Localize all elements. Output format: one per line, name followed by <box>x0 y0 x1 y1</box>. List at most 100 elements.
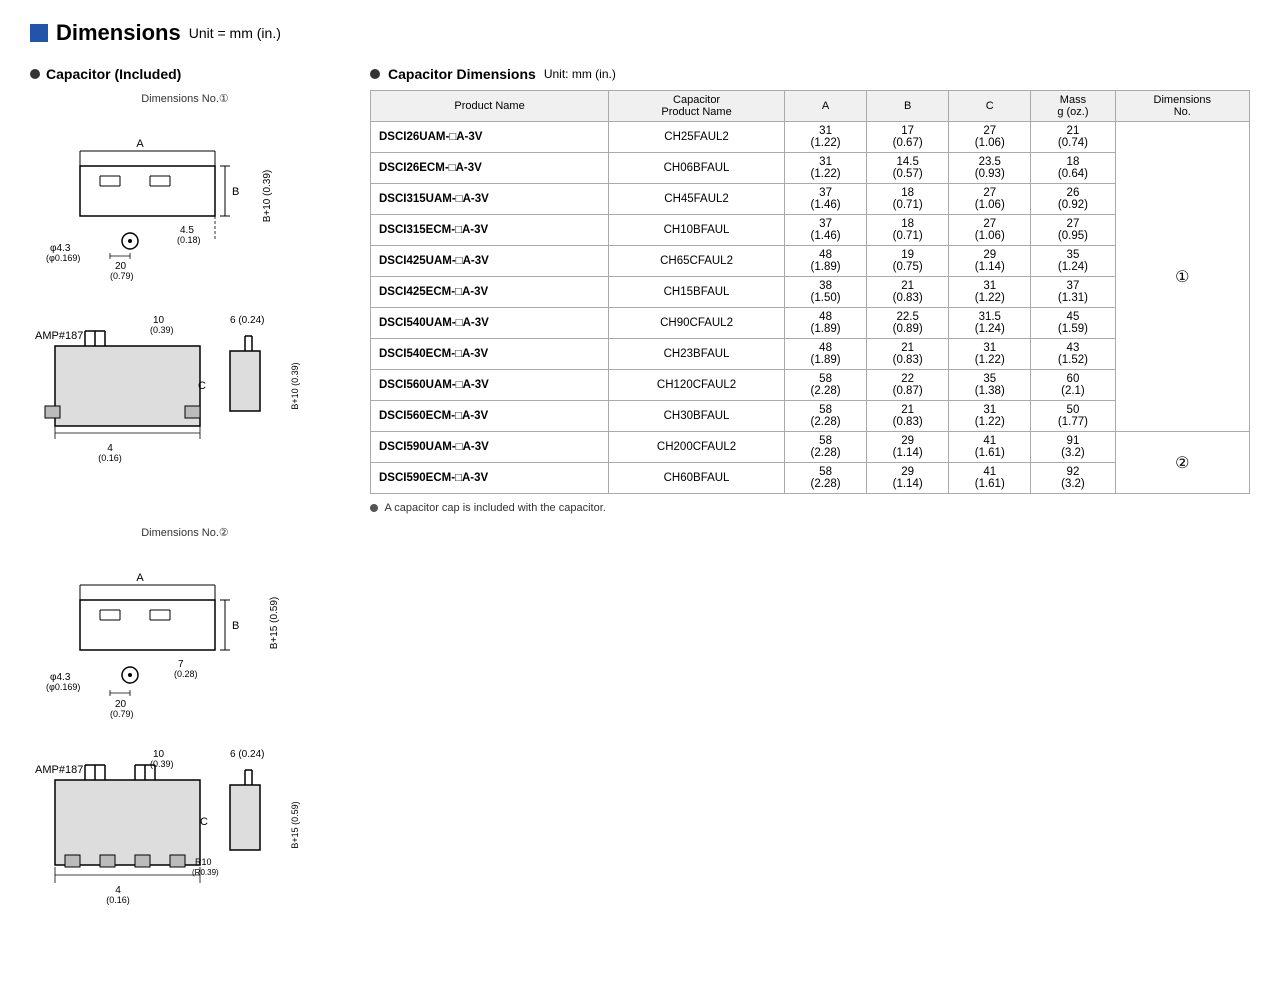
mass-cell: 27(0.95) <box>1031 215 1115 246</box>
b-cell: 29(1.14) <box>867 463 949 494</box>
svg-text:C: C <box>198 380 206 392</box>
c-cell: 41(1.61) <box>949 432 1031 463</box>
product-name-cell: DSCI560ECM-□A-3V <box>371 401 609 432</box>
mass-cell: 35(1.24) <box>1031 246 1115 277</box>
c-cell: 31(1.22) <box>949 339 1031 370</box>
col-cap-product-name: CapacitorProduct Name <box>609 91 785 122</box>
svg-text:(φ0.169): (φ0.169) <box>46 253 80 263</box>
svg-text:(0.16): (0.16) <box>106 895 130 905</box>
svg-text:(0.39): (0.39) <box>150 759 174 769</box>
footnote-bullet-icon <box>370 504 378 512</box>
svg-text:B+10 (0.39): B+10 (0.39) <box>290 362 300 409</box>
svg-text:(0.18): (0.18) <box>177 235 201 245</box>
svg-text:AMP#187: AMP#187 <box>35 330 83 342</box>
mass-cell: 60(2.1) <box>1031 370 1115 401</box>
col-a: A <box>785 91 867 122</box>
c-cell: 27(1.06) <box>949 215 1031 246</box>
cap-product-cell: CH65CFAUL2 <box>609 246 785 277</box>
main-layout: Capacitor (Included) Dimensions No.① A <box>30 66 1250 975</box>
c-cell: 35(1.38) <box>949 370 1031 401</box>
svg-text:B+15 (0.59): B+15 (0.59) <box>269 597 280 650</box>
a-cell: 31(1.22) <box>785 153 867 184</box>
svg-text:(R0.39): (R0.39) <box>192 868 219 877</box>
footnote: A capacitor cap is included with the cap… <box>370 502 1250 514</box>
c-cell: 27(1.06) <box>949 184 1031 215</box>
c-cell: 29(1.14) <box>949 246 1031 277</box>
svg-text:A: A <box>136 572 144 584</box>
product-name-cell: DSCI425ECM-□A-3V <box>371 277 609 308</box>
mass-cell: 18(0.64) <box>1031 153 1115 184</box>
a-cell: 48(1.89) <box>785 339 867 370</box>
svg-text:A: A <box>136 138 144 150</box>
cap-product-cell: CH90CFAUL2 <box>609 308 785 339</box>
b-cell: 17(0.67) <box>867 122 949 153</box>
product-name-cell: DSCI590ECM-□A-3V <box>371 463 609 494</box>
b-cell: 21(0.83) <box>867 277 949 308</box>
svg-text:B+10 (0.39): B+10 (0.39) <box>262 170 273 223</box>
cap-product-cell: CH15BFAUL <box>609 277 785 308</box>
cap-product-cell: CH23BFAUL <box>609 339 785 370</box>
c-cell: 41(1.61) <box>949 463 1031 494</box>
cap-product-cell: CH06BFAUL <box>609 153 785 184</box>
product-name-cell: DSCI540ECM-□A-3V <box>371 339 609 370</box>
product-name-cell: DSCI315UAM-□A-3V <box>371 184 609 215</box>
product-name-cell: DSCI540UAM-□A-3V <box>371 308 609 339</box>
mass-cell: 91(3.2) <box>1031 432 1115 463</box>
svg-text:B: B <box>232 186 239 198</box>
c-cell: 27(1.06) <box>949 122 1031 153</box>
mass-cell: 45(1.59) <box>1031 308 1115 339</box>
product-name-cell: DSCI560UAM-□A-3V <box>371 370 609 401</box>
col-mass: Massg (oz.) <box>1031 91 1115 122</box>
diagram-1: A B B+10 (0.39) <box>30 111 310 311</box>
svg-text:B+15 (0.59): B+15 (0.59) <box>290 801 300 848</box>
a-cell: 38(1.50) <box>785 277 867 308</box>
a-cell: 37(1.46) <box>785 184 867 215</box>
mass-cell: 92(3.2) <box>1031 463 1115 494</box>
table-header-row: Product Name CapacitorProduct Name A B C… <box>371 91 1250 122</box>
product-name-cell: DSCI425UAM-□A-3V <box>371 246 609 277</box>
svg-text:AMP#187: AMP#187 <box>35 764 83 776</box>
a-cell: 48(1.89) <box>785 308 867 339</box>
dimensions-table: Product Name CapacitorProduct Name A B C… <box>370 90 1250 494</box>
mass-cell: 50(1.77) <box>1031 401 1115 432</box>
a-cell: 48(1.89) <box>785 246 867 277</box>
product-name-cell: DSCI26UAM-□A-3V <box>371 122 609 153</box>
a-cell: 58(2.28) <box>785 370 867 401</box>
c-cell: 31(1.22) <box>949 277 1031 308</box>
svg-text:B: B <box>232 620 239 632</box>
b-cell: 29(1.14) <box>867 432 949 463</box>
b-cell: 22.5(0.89) <box>867 308 949 339</box>
cap-product-cell: CH60BFAUL <box>609 463 785 494</box>
diagram-1b: AMP#187 10 (0.39) 6 (0.24) <box>30 311 310 496</box>
a-cell: 37(1.46) <box>785 215 867 246</box>
svg-text:(0.28): (0.28) <box>174 669 198 679</box>
svg-text:6 (0.24): 6 (0.24) <box>230 749 264 760</box>
svg-text:(0.16): (0.16) <box>98 453 122 463</box>
cap-product-cell: CH30BFAUL <box>609 401 785 432</box>
cap-dim-header: Capacitor Dimensions Unit: mm (in.) <box>370 66 1250 82</box>
b-cell: 14.5(0.57) <box>867 153 949 184</box>
dim-no-cell: ② <box>1115 432 1249 494</box>
table-row: DSCI26UAM-□A-3VCH25FAUL231(1.22)17(0.67)… <box>371 122 1250 153</box>
c-cell: 31.5(1.24) <box>949 308 1031 339</box>
product-name-cell: DSCI590UAM-□A-3V <box>371 432 609 463</box>
bullet-icon <box>30 69 40 79</box>
svg-text:(0.39): (0.39) <box>150 325 174 335</box>
svg-text:(φ0.169): (φ0.169) <box>46 682 80 692</box>
mass-cell: 43(1.52) <box>1031 339 1115 370</box>
b-cell: 22(0.87) <box>867 370 949 401</box>
b-cell: 19(0.75) <box>867 246 949 277</box>
mass-cell: 21(0.74) <box>1031 122 1115 153</box>
product-name-cell: DSCI26ECM-□A-3V <box>371 153 609 184</box>
svg-text:6 (0.24): 6 (0.24) <box>230 315 264 326</box>
col-product-name: Product Name <box>371 91 609 122</box>
c-cell: 31(1.22) <box>949 401 1031 432</box>
svg-text:R10: R10 <box>195 857 212 867</box>
c-cell: 23.5(0.93) <box>949 153 1031 184</box>
diagram-2: A B B+15 (0.59) <box>30 545 310 745</box>
cap-product-cell: CH120CFAUL2 <box>609 370 785 401</box>
col-c: C <box>949 91 1031 122</box>
dim2-label: Dimensions No.② <box>30 526 340 539</box>
svg-text:C: C <box>200 816 208 828</box>
a-cell: 58(2.28) <box>785 463 867 494</box>
